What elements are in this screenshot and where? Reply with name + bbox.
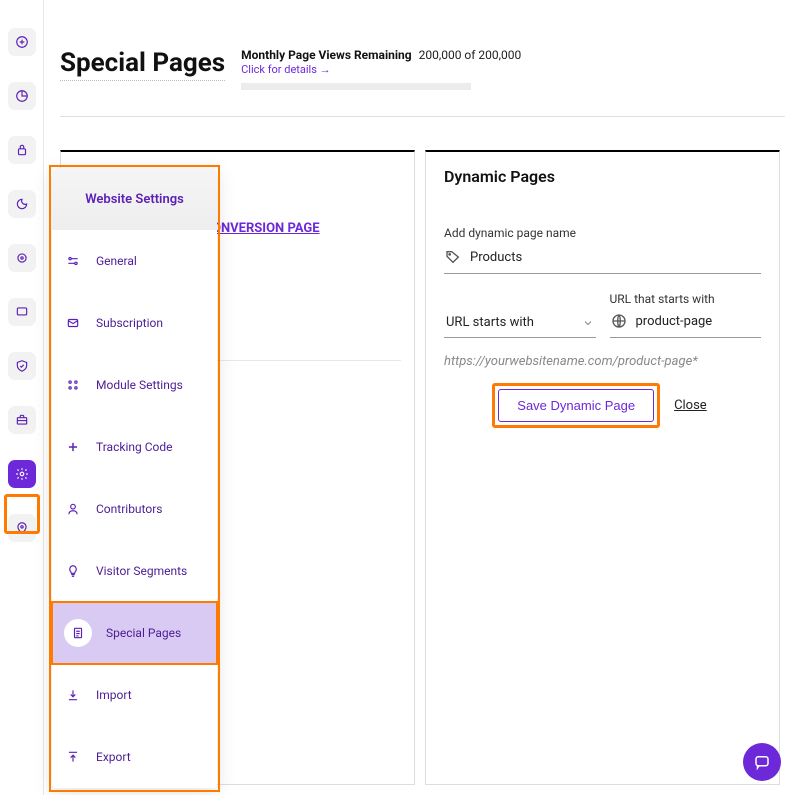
download-icon: [64, 686, 82, 704]
settings-item-import[interactable]: Import: [52, 664, 217, 726]
left-nav-rail: [0, 0, 44, 795]
website-settings-header: Website Settings: [52, 168, 217, 230]
plus-icon: [64, 438, 82, 456]
url-match-value: URL starts with: [446, 315, 534, 330]
pageviews-progress-bar: [241, 83, 471, 90]
rail-gear-icon[interactable]: [8, 460, 36, 488]
rail-shield-icon[interactable]: [8, 352, 36, 380]
rail-moon-icon[interactable]: [8, 190, 36, 218]
url-match-select[interactable]: URL starts with: [444, 309, 596, 338]
page-title: Special Pages: [60, 48, 225, 81]
rail-chart-icon[interactable]: [8, 82, 36, 110]
help-fab[interactable]: [743, 743, 781, 781]
pageviews-label: Monthly Page Views Remaining: [241, 48, 412, 62]
upload-icon: [64, 748, 82, 766]
settings-item-special-pages[interactable]: Special Pages: [52, 602, 217, 664]
rail-lock-icon[interactable]: [8, 136, 36, 164]
dynamic-name-value: Products: [470, 250, 522, 265]
rail-pin-icon[interactable]: [8, 514, 36, 542]
rail-add-icon[interactable]: [8, 28, 36, 56]
settings-item-module-settings[interactable]: Module Settings: [52, 354, 217, 416]
settings-item-label: Import: [96, 688, 132, 702]
pageviews-details-link[interactable]: Click for details →: [241, 63, 521, 76]
dynamic-name-input[interactable]: Products: [444, 248, 761, 274]
settings-item-label: Contributors: [96, 502, 162, 516]
settings-item-label: Visitor Segments: [96, 564, 187, 578]
conversion-page-link[interactable]: ONVERSION PAGE: [212, 221, 320, 236]
settings-item-export[interactable]: Export: [52, 726, 217, 788]
envelope-icon: [64, 314, 82, 332]
settings-item-contributors[interactable]: Contributors: [52, 478, 217, 540]
grid-icon: [64, 376, 82, 394]
pageviews-count: 200,000 of 200,000: [419, 48, 522, 62]
tag-icon: [444, 248, 462, 266]
settings-item-general[interactable]: General: [52, 230, 217, 292]
rail-chat-icon[interactable]: [8, 298, 36, 326]
bulb-icon: [64, 562, 82, 580]
settings-item-label: Special Pages: [106, 626, 181, 640]
settings-item-label: Tracking Code: [96, 440, 173, 454]
save-dynamic-page-button[interactable]: Save Dynamic Page: [498, 389, 654, 422]
url-starts-value: product-page: [636, 314, 713, 329]
settings-item-subscription[interactable]: Subscription: [52, 292, 217, 354]
settings-item-label: Module Settings: [96, 378, 183, 392]
settings-item-label: General: [96, 254, 137, 268]
settings-item-label: Subscription: [96, 316, 163, 330]
rail-briefcase-icon[interactable]: [8, 406, 36, 434]
pages-icon: [64, 619, 92, 647]
chevron-down-icon: [582, 317, 594, 329]
url-starts-input[interactable]: product-page: [610, 312, 762, 338]
dynamic-pages-title: Dynamic Pages: [444, 167, 761, 186]
settings-item-visitor-segments[interactable]: Visitor Segments: [52, 540, 217, 602]
pageviews-block: Monthly Page Views Remaining 200,000 of …: [241, 48, 521, 90]
website-settings-menu: Website Settings General Subscription Modu…: [52, 168, 217, 788]
user-icon: [64, 500, 82, 518]
close-link[interactable]: Close: [674, 398, 707, 413]
settings-item-label: Export: [96, 750, 131, 764]
dynamic-name-label: Add dynamic page name: [444, 226, 761, 240]
sliders-icon: [64, 252, 82, 270]
globe-icon: [610, 312, 628, 330]
url-preview: https://yourwebsitename.com/product-page…: [444, 354, 761, 369]
dynamic-pages-panel: Dynamic Pages Add dynamic page name Prod…: [425, 150, 780, 785]
url-starts-label: URL that starts with: [610, 292, 762, 306]
settings-item-tracking-code[interactable]: Tracking Code: [52, 416, 217, 478]
rail-target-icon[interactable]: [8, 244, 36, 272]
page-header: Special Pages Monthly Page Views Remaini…: [60, 48, 785, 117]
